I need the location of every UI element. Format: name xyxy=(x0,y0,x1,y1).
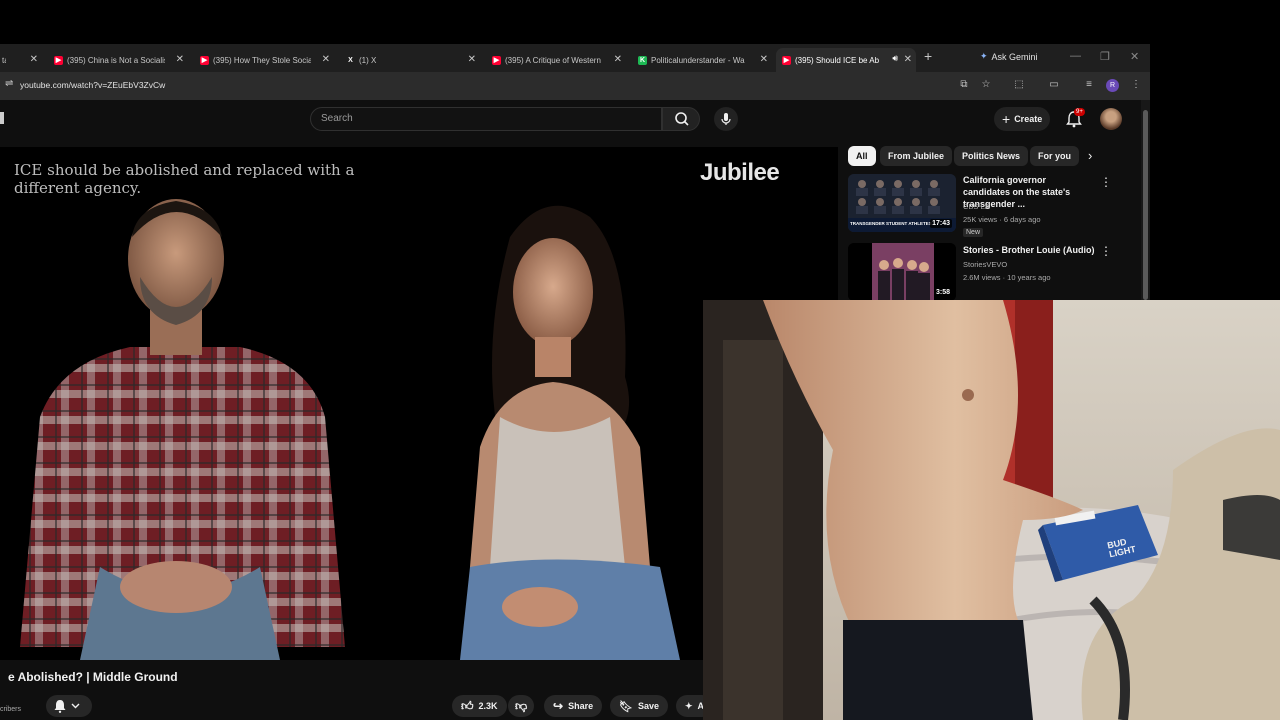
tab-title: (395) How They Stole Socialis xyxy=(213,55,311,65)
speaker-icon[interactable]: 🔊︎ xyxy=(892,53,898,64)
microphone-icon xyxy=(721,113,731,125)
close-icon[interactable]: ✕ xyxy=(760,54,768,65)
chip-from-jubilee[interactable]: From Jubilee xyxy=(880,146,953,166)
share-arrow-icon: ↪ xyxy=(553,699,564,713)
gemini-label: Ask Gemini xyxy=(991,51,1038,62)
close-icon[interactable]: ✕ xyxy=(904,54,912,65)
tab-title: (395) Should ICE be Abo xyxy=(795,55,879,65)
rec-thumbnail[interactable]: TRANSGENDER STUDENT ATHLETES 17:43 xyxy=(848,174,956,232)
chip-politics-news[interactable]: Politics News xyxy=(954,146,1029,166)
tab-x[interactable]: X (1) X ✕ xyxy=(340,48,480,72)
like-button[interactable]: 👍︎ 2.3K xyxy=(452,695,507,717)
chip-all[interactable]: All xyxy=(848,146,876,166)
search-icon xyxy=(675,112,689,126)
youtube-icon: ▶ xyxy=(492,55,501,65)
save-button[interactable]: 🔖︎ Save xyxy=(610,695,668,717)
account-avatar[interactable] xyxy=(1100,108,1122,130)
plus-icon: + xyxy=(1002,111,1011,127)
rec-title[interactable]: Stories - Brother Louie (Audio) xyxy=(963,244,1095,256)
webcam-overlay: BUD LIGHT xyxy=(703,300,1280,720)
tab-should-ice-be-abolished[interactable]: ▶ (395) Should ICE be Abo 🔊︎ ✕ xyxy=(776,48,916,72)
voice-search-button[interactable] xyxy=(714,107,738,131)
tab-status[interactable]: tatus ✕ xyxy=(0,48,42,72)
rec-menu-icon[interactable]: ⋮ xyxy=(1100,175,1112,189)
chevron-right-icon[interactable]: › xyxy=(1088,148,1092,163)
tab-title: (395) A Critique of Western xyxy=(505,55,601,65)
install-app-icon[interactable]: ⧉ xyxy=(957,78,971,92)
share-button[interactable]: ↪ Share xyxy=(544,695,603,717)
extensions-icon[interactable]: ⬚ xyxy=(1012,78,1026,92)
url-field[interactable]: youtube.com/watch?v=ZEuEbV3ZvCw xyxy=(20,80,165,90)
scrollbar-thumb[interactable] xyxy=(1143,110,1148,300)
subscriber-count: cribers xyxy=(0,706,22,713)
search-button[interactable] xyxy=(662,107,700,131)
media-controls-icon[interactable]: ≡ xyxy=(1082,78,1096,92)
close-icon[interactable]: ✕ xyxy=(468,54,476,65)
dislike-button[interactable]: 👎︎ xyxy=(508,695,535,717)
youtube-icon: ▶ xyxy=(200,55,209,65)
rec-channel[interactable]: CBS LA xyxy=(963,201,990,213)
site-info-icon[interactable]: ⇌ xyxy=(5,78,13,89)
create-button[interactable]: + Create xyxy=(994,107,1051,131)
close-icon[interactable]: ✕ xyxy=(176,54,184,65)
tab-title: Politicalunderstander - Wa xyxy=(651,55,745,65)
rec-thumbnail[interactable]: 3:58 xyxy=(848,243,956,301)
youtube-header: Search + Create 9+ xyxy=(0,100,1150,140)
maximize-button[interactable]: ❐ xyxy=(1100,50,1110,63)
thumbs-up-icon: 👍︎ xyxy=(461,698,474,713)
tab-stole-socialism[interactable]: ▶ (395) How They Stole Socialis ✕ xyxy=(194,48,334,72)
share-label: Share xyxy=(568,701,594,711)
gemini-sparkle-icon: ✦ xyxy=(980,51,988,61)
create-label: Create xyxy=(1014,114,1043,124)
close-icon[interactable]: ✕ xyxy=(322,54,330,65)
bookmark-icon: 🔖︎ xyxy=(619,700,633,713)
tab-title: (395) China is Not a Socialist xyxy=(67,55,165,65)
notification-badge: 9+ xyxy=(1074,108,1085,116)
rec-channel[interactable]: StoriesVEVO xyxy=(963,259,1007,271)
sidebar-icon[interactable]: ▭ xyxy=(1047,78,1061,92)
close-window-button[interactable]: ✕ xyxy=(1130,50,1139,63)
tab-china-socialist[interactable]: ▶ (395) China is Not a Socialist ✕ xyxy=(48,48,188,72)
save-label: Save xyxy=(637,701,659,711)
rec-menu-icon[interactable]: ⋮ xyxy=(1100,244,1112,258)
youtube-icon: ▶ xyxy=(54,55,63,65)
video-title: e Abolished? | Middle Ground xyxy=(8,670,178,684)
tab-title: tatus xyxy=(2,55,6,65)
menu-kebab-icon[interactable]: ⋮ xyxy=(1129,78,1143,92)
rec-views: 25K views · 6 days ago xyxy=(963,215,1041,224)
minimize-button[interactable]: — xyxy=(1070,50,1081,62)
thumbnail-caption: TRANSGENDER STUDENT ATHLETES xyxy=(850,221,932,226)
video-caption: ICE should be abolished and replaced wit… xyxy=(14,161,355,197)
rec-views: 2.6M views · 10 years ago xyxy=(963,273,1051,282)
green-k-icon: K xyxy=(638,55,647,65)
tab-critique-western[interactable]: ▶ (395) A Critique of Western ✕ xyxy=(486,48,626,72)
youtube-icon: ▶ xyxy=(782,55,791,65)
like-count: 2.3K xyxy=(478,701,498,711)
yt-logo-fragment[interactable] xyxy=(0,112,4,124)
bell-icon xyxy=(54,700,80,713)
new-badge: New xyxy=(963,228,984,237)
thumbs-down-icon: 👎︎ xyxy=(515,698,528,713)
chip-for-you[interactable]: For you xyxy=(1030,146,1079,166)
sparkle-icon: ✦ xyxy=(685,700,693,711)
bookmark-star-icon[interactable]: ☆ xyxy=(979,78,993,92)
subscription-bell-button[interactable] xyxy=(46,695,92,717)
page-scrollbar[interactable] xyxy=(1141,100,1150,300)
address-bar: ⇌ youtube.com/watch?v=ZEuEbV3ZvCw ⧉ ☆ ⬚ … xyxy=(0,72,1150,100)
tab-title: (1) X xyxy=(359,55,377,65)
profile-avatar[interactable]: R xyxy=(1106,79,1119,92)
tab-politicalunderstander[interactable]: K Politicalunderstander - Wa ✕ xyxy=(632,48,772,72)
video-duration: 17:43 xyxy=(930,219,952,228)
video-duration: 3:58 xyxy=(933,288,952,297)
webcam-scene xyxy=(703,300,1280,720)
jubilee-watermark: Jubilee xyxy=(700,159,780,186)
search-input[interactable]: Search xyxy=(310,107,662,131)
close-icon[interactable]: ✕ xyxy=(614,54,622,65)
tab-strip: tatus ✕ ▶ (395) China is Not a Socialist… xyxy=(0,44,1150,72)
x-logo-icon: X xyxy=(348,56,353,64)
ask-gemini-button[interactable]: ✦ Ask Gemini xyxy=(980,51,1038,62)
new-tab-button[interactable]: + xyxy=(924,48,932,64)
close-icon[interactable]: ✕ xyxy=(30,54,38,65)
